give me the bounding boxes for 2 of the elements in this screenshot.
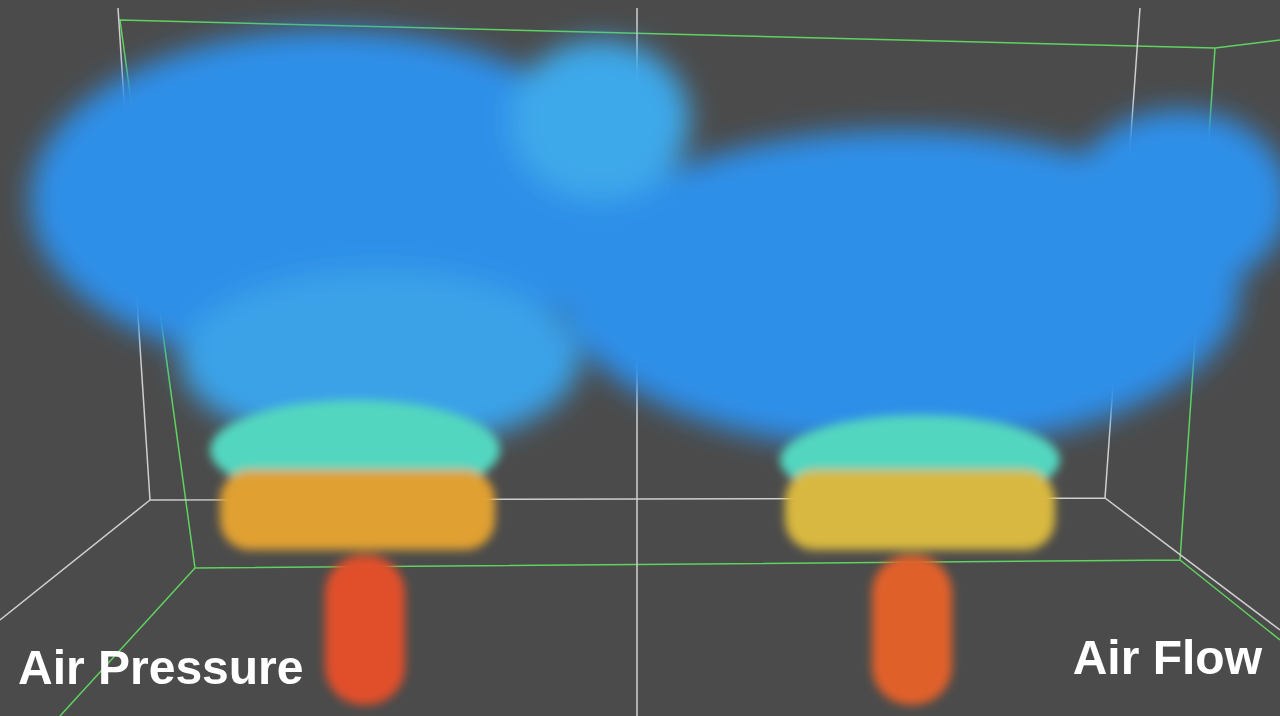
caption-text: Air Pressure xyxy=(18,644,304,692)
caption-text: Air Flow xyxy=(1072,634,1262,682)
